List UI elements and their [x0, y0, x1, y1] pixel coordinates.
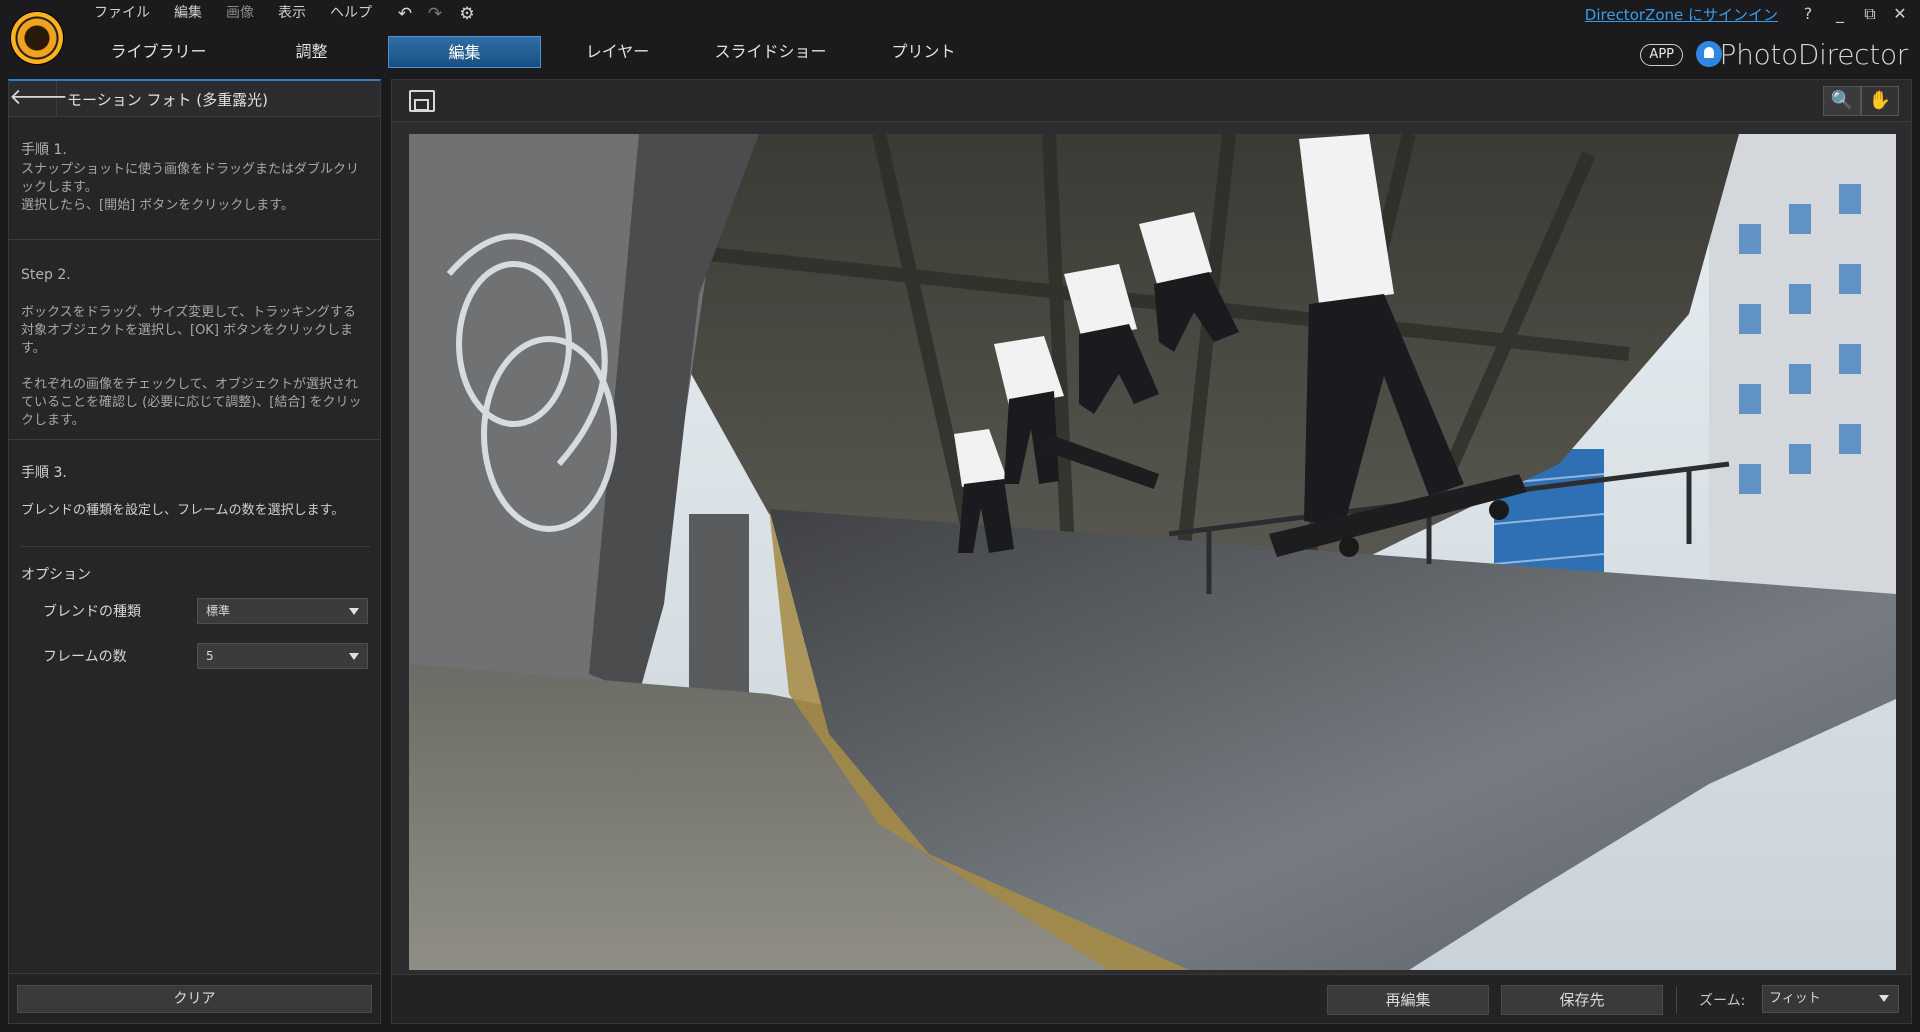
step-2: Step 2. ボックスをドラッグ、サイズ変更して、トラッキングする対象オブジェ…: [9, 266, 380, 430]
options-title: オプション: [21, 567, 91, 583]
app-logo: [11, 12, 63, 64]
divider: [9, 439, 380, 440]
frame-count-select[interactable]: 5: [197, 643, 368, 669]
app-badge-button[interactable]: APP: [1640, 44, 1683, 66]
canvas-area: [391, 122, 1912, 974]
reedit-button[interactable]: 再編集: [1327, 985, 1489, 1015]
step-2-title: Step 2.: [21, 267, 71, 283]
tab-adjust[interactable]: 調整: [235, 36, 388, 68]
tab-print[interactable]: プリント: [847, 36, 1000, 68]
view-mode-icon[interactable]: [409, 90, 435, 112]
pan-tool-hand-icon[interactable]: ✋: [1861, 86, 1899, 116]
motion-photo-panel: 🡐 モーション フォト (多重露光) 手順 1. スナップショットに使う画像をド…: [8, 79, 381, 1024]
skateboard-photo: [409, 134, 1896, 970]
bottom-action-bar: 再編集 保存先 ズーム: フィット: [391, 974, 1912, 1024]
zoom-tool-magnifier-icon[interactable]: 🔍: [1823, 86, 1861, 116]
step-3-text: ブレンドの種類を設定し、フレームの数を選択します。: [21, 503, 345, 518]
frame-count-label: フレームの数: [43, 649, 127, 665]
menu-edit[interactable]: 編集: [162, 2, 214, 24]
directorzone-signin-link[interactable]: DirectorZone にサインイン: [1585, 4, 1778, 25]
step-2-text: ボックスをドラッグ、サイズ変更して、トラッキングする対象オブジェクトを選択し、[…: [21, 305, 356, 356]
redo-icon[interactable]: ↷: [424, 4, 446, 24]
step-1-text: スナップショットに使う画像をドラッグまたはダブルクリックします。: [21, 162, 360, 195]
step-2-text-2: それぞれの画像をチェックして、オブジェクトが選択されていることを確認し (必要に…: [21, 377, 362, 428]
tab-library[interactable]: ライブラリー: [82, 36, 235, 68]
blend-type-label: ブレンドの種類: [43, 604, 141, 620]
tab-slideshow[interactable]: スライドショー: [694, 36, 847, 68]
divider: [1676, 987, 1677, 1013]
menu-image[interactable]: 画像: [214, 2, 266, 24]
clear-button[interactable]: クリア: [17, 985, 372, 1013]
settings-gear-icon[interactable]: ⚙: [456, 4, 478, 24]
menu-file[interactable]: ファイル: [82, 2, 162, 24]
menu-help[interactable]: ヘルプ: [318, 2, 384, 24]
step-1-text-2: 選択したら、[開始] ボタンをクリックします。: [21, 198, 294, 213]
zoom-label: ズーム:: [1699, 993, 1746, 1009]
save-to-button[interactable]: 保存先: [1501, 985, 1663, 1015]
panel-title: モーション フォト (多重露光): [67, 91, 268, 109]
step-1-title: 手順 1.: [21, 142, 67, 158]
motion-photo-preview-image[interactable]: [409, 134, 1896, 970]
blend-type-select[interactable]: 標準: [197, 598, 368, 624]
notification-bell-icon[interactable]: [1696, 41, 1722, 67]
restore-button[interactable]: ⧉: [1858, 4, 1882, 24]
step-1: 手順 1. スナップショットに使う画像をドラッグまたはダブルクリックします。 選…: [9, 141, 380, 215]
menu-view[interactable]: 表示: [266, 2, 318, 24]
close-button[interactable]: ✕: [1888, 4, 1912, 24]
divider: [9, 239, 380, 240]
brand-name: PhotoDirector: [1719, 38, 1909, 71]
back-arrow-icon[interactable]: 🡐: [9, 81, 68, 117]
step-3: 手順 3. ブレンドの種類を設定し、フレームの数を選択します。: [9, 464, 380, 520]
panel-footer: クリア: [9, 973, 380, 1023]
minimize-button[interactable]: _: [1828, 4, 1852, 24]
divider: [21, 546, 370, 547]
zoom-select[interactable]: フィット: [1762, 985, 1899, 1013]
menu-bar: ファイル 編集 画像 表示 ヘルプ: [82, 2, 384, 24]
step-3-title: 手順 3.: [21, 465, 67, 481]
panel-header: 🡐 モーション フォト (多重露光): [9, 81, 380, 117]
undo-icon[interactable]: ↶: [394, 4, 416, 24]
preview-toolbar: 🔍 ✋: [391, 79, 1912, 122]
tab-layers[interactable]: レイヤー: [541, 36, 694, 68]
tab-edit[interactable]: 編集: [388, 36, 541, 68]
help-button[interactable]: ?: [1796, 4, 1820, 24]
main-tabs: ライブラリー 調整 編集 レイヤー スライドショー プリント: [82, 36, 1000, 68]
